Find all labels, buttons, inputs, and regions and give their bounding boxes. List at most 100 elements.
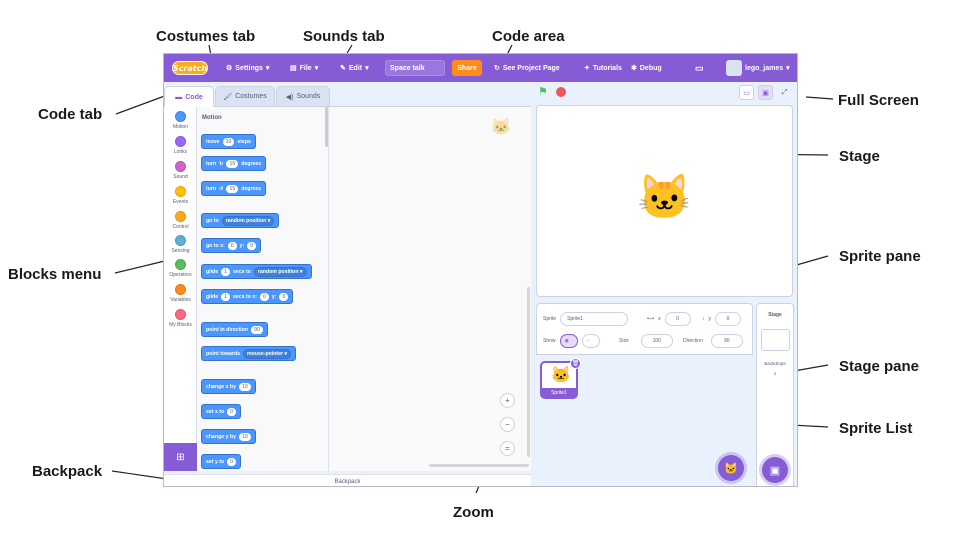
full-screen-button[interactable]: ⤢	[777, 85, 792, 100]
see-project-page-button[interactable]: ↻ See Project Page	[494, 54, 560, 82]
x-input[interactable]: 0	[664, 312, 691, 326]
sprite-thumbnail-label: Sprite1	[542, 388, 576, 397]
block-go-to[interactable]: go to random position ▾	[201, 213, 280, 228]
normal-stage-button[interactable]: ▣	[758, 85, 773, 100]
looks-dot-icon	[175, 136, 186, 147]
category-my-blocks[interactable]: My Blocks	[164, 309, 197, 328]
code-area-annotation: Code area	[492, 28, 565, 45]
debug-icon: ✱	[631, 65, 637, 72]
choose-backdrop-button[interactable]: ▣	[762, 457, 788, 483]
block-input[interactable]: 0	[279, 292, 289, 301]
block-input[interactable]: 90	[251, 325, 263, 334]
cat-sprite-icon[interactable]: 🐱	[637, 171, 692, 223]
category-control[interactable]: Control	[164, 211, 197, 230]
block-point-in-direction[interactable]: point in direction 90	[201, 322, 268, 337]
block-set-x[interactable]: set x to 0	[201, 404, 242, 419]
block-input[interactable]: 0	[259, 292, 269, 301]
block-dropdown[interactable]: random position ▾	[253, 266, 307, 277]
stop-button[interactable]	[556, 87, 566, 97]
category-variables[interactable]: Variables	[164, 284, 197, 303]
block-input[interactable]: 10	[222, 137, 235, 146]
block-move-steps[interactable]: move 10 steps	[201, 134, 256, 149]
account-menu[interactable]: lego_james ▾	[726, 54, 790, 82]
debug-button[interactable]: ✱ Debug	[631, 54, 662, 82]
block-input[interactable]: 0	[227, 457, 237, 466]
block-set-y[interactable]: set y to 0	[201, 454, 242, 469]
block-input[interactable]: 15	[226, 184, 239, 193]
zoom-reset-button[interactable]: =	[500, 441, 515, 456]
sprite-thumbnail[interactable]: 🐱 Sprite1 🗑	[540, 358, 581, 399]
stage[interactable]: 🐱	[536, 105, 793, 297]
category-operators[interactable]: Operators	[164, 259, 197, 278]
small-stage-button[interactable]: ▭	[739, 85, 754, 100]
code-area-vertical-scrollbar[interactable]	[527, 287, 530, 457]
category-motion[interactable]: Motion	[164, 111, 197, 130]
tab-code[interactable]: ▬ Code	[164, 86, 214, 107]
operators-dot-icon	[175, 259, 186, 270]
block-change-y[interactable]: change y by 10	[201, 429, 256, 444]
share-button[interactable]: Share	[452, 60, 482, 76]
y-input[interactable]: 0	[715, 312, 741, 326]
block-point-towards[interactable]: point towards mouse-pointer ▾	[201, 346, 297, 361]
block-change-x[interactable]: change x by 10	[201, 379, 256, 394]
backpack-bar[interactable]: Backpack	[164, 474, 531, 486]
block-input[interactable]: 0	[227, 241, 237, 250]
gear-icon: ⚙	[226, 65, 233, 72]
sound-dot-icon	[175, 161, 186, 172]
scratch-logo[interactable]: Scratch	[172, 61, 208, 75]
dropdown-value: random position	[225, 217, 267, 224]
block-text: steps	[237, 138, 251, 145]
direction-input[interactable]: 90	[710, 334, 743, 348]
block-glide-xy[interactable]: glide 1 secs to x: 0 y: 0	[201, 289, 294, 304]
show-visible-button[interactable]: ◉	[559, 334, 578, 348]
add-extension-button[interactable]: ⊞	[164, 443, 197, 471]
show-hidden-button[interactable]: ◌	[581, 334, 600, 348]
block-input[interactable]: 1	[221, 292, 230, 301]
delete-sprite-button[interactable]: 🗑	[570, 358, 581, 369]
category-looks[interactable]: Looks	[164, 136, 197, 155]
code-area-horizontal-scrollbar[interactable]	[429, 464, 529, 467]
category-sound[interactable]: Sound	[164, 161, 197, 180]
block-glide-to[interactable]: glide 1 secs to random position ▾	[201, 264, 312, 279]
trash-icon: 🗑	[571, 361, 580, 367]
sounds-tab-annotation: Sounds tab	[303, 28, 385, 45]
block-turn-right[interactable]: turn ↻ 15 degrees	[201, 156, 267, 171]
tab-costumes[interactable]: 🖌 Costumes	[215, 86, 275, 106]
block-input[interactable]: 0	[227, 407, 237, 416]
palette-scrollbar[interactable]	[325, 107, 328, 147]
block-text: secs to x:	[233, 293, 257, 300]
my-blocks-dot-icon	[175, 309, 186, 320]
block-go-to-xy[interactable]: go to x: 0 y: 0	[201, 238, 262, 253]
my-stuff-button[interactable]: ▭	[695, 54, 704, 82]
block-input[interactable]: 1	[221, 267, 230, 276]
project-title-input[interactable]: Space talk	[385, 60, 445, 76]
settings-menu[interactable]: ⚙ Settings ▾	[226, 54, 269, 82]
scratch-editor-window: Scratch ⚙ Settings ▾ ▤ File ▾ ✎ Edit ▾ S…	[163, 53, 798, 487]
avatar	[726, 60, 742, 76]
block-input[interactable]: 0	[247, 241, 257, 250]
block-dropdown[interactable]: random position ▾	[221, 215, 275, 226]
tutorials-button[interactable]: ✦ Tutorials	[584, 54, 622, 82]
sprite-name-input[interactable]: Sprite1	[560, 312, 629, 326]
edit-menu[interactable]: ✎ Edit ▾	[340, 54, 369, 82]
code-area[interactable]: 🐱 + − =	[329, 107, 531, 471]
category-label: Control	[172, 224, 189, 230]
block-dropdown[interactable]: mouse-pointer ▾	[243, 348, 292, 359]
green-flag-button[interactable]: ⚑	[538, 85, 548, 98]
menu-bar: Scratch ⚙ Settings ▾ ▤ File ▾ ✎ Edit ▾ S…	[164, 54, 797, 82]
choose-sprite-button[interactable]: 🐱	[718, 455, 744, 481]
zoom-out-button[interactable]: −	[500, 417, 515, 432]
stage-thumbnail[interactable]	[761, 329, 790, 351]
category-events[interactable]: Events	[164, 186, 197, 205]
category-sensing[interactable]: Sensing	[164, 235, 197, 254]
block-turn-left[interactable]: turn ↺ 15 degrees	[201, 181, 267, 196]
block-input[interactable]: 10	[238, 382, 251, 391]
sprite-label: Sprite	[543, 316, 557, 322]
show-label: Show	[543, 338, 556, 344]
tab-sounds[interactable]: ◀) Sounds	[276, 86, 330, 106]
zoom-in-button[interactable]: +	[500, 393, 515, 408]
block-input[interactable]: 10	[238, 432, 251, 441]
size-input[interactable]: 100	[640, 334, 673, 348]
file-menu[interactable]: ▤ File ▾	[290, 54, 318, 82]
block-input[interactable]: 15	[226, 159, 239, 168]
